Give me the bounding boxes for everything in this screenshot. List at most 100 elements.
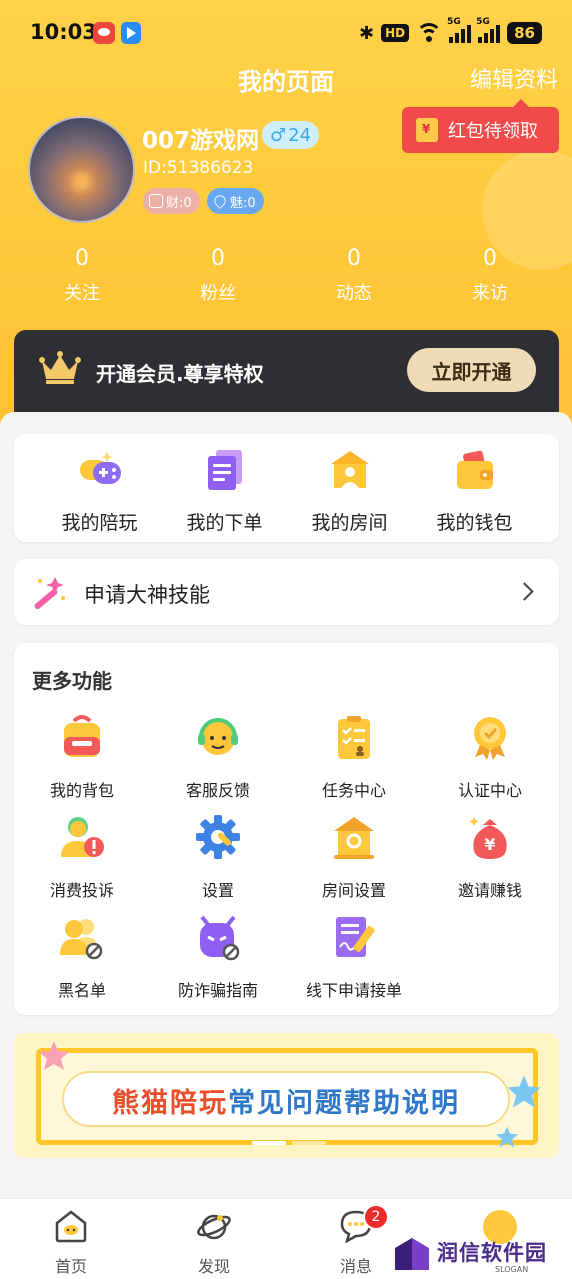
more-item-room-settings[interactable]: 房间设置 [286,813,422,901]
quick-my-room[interactable]: 我的房间 [287,434,412,535]
stat-value: 0 [211,246,225,271]
room-settings-icon [334,817,374,859]
edit-profile-button[interactable]: 编辑资料 [470,62,558,94]
more-item-backpack[interactable]: 我的背包 [14,713,150,801]
apply-god-skill-row[interactable]: 申请大神技能 [14,559,559,625]
vip-open-button[interactable]: 立即开通 [407,348,536,392]
more-item-certification[interactable]: 认证中心 [422,713,558,801]
tab-label: 首页 [54,1257,87,1276]
room-icon [330,451,369,488]
app-notification-icon [121,22,141,44]
star-icon [496,1126,518,1148]
orders-icon [207,450,242,490]
more-item-settings[interactable]: 设置 [150,813,286,901]
stat-visitors[interactable]: 0 来访 [422,246,558,305]
complaint-icon [61,817,104,857]
hd-voice-icon: HD [381,24,410,42]
heart-icon [212,193,228,209]
star-icon [39,1041,69,1070]
quick-actions-card: 我的陪玩 我的下单 我的房间 我的钱包 [14,434,559,542]
more-functions-card: 更多功能 我的背包 客服反馈 任务中心 认证中心 消费投诉 设置 房间设置 ¥ … [14,643,559,1015]
gamepad-icon [79,452,121,484]
signal-icon: 5G [476,17,501,43]
red-packet-icon [416,118,438,142]
wallet-icon [456,450,493,489]
stat-label: 关注 [64,283,100,304]
more-item-label: 客服反馈 [185,781,250,800]
help-banner[interactable]: 熊猫陪玩常见问题帮助说明 [14,1033,559,1158]
tab-home[interactable]: 首页 [36,1209,106,1277]
bluetooth-icon: ✱ [359,22,375,44]
more-item-invite-earn[interactable]: ¥ 邀请赚钱 [422,813,558,901]
watermark-sub: SLOGAN [495,1265,529,1274]
stat-posts[interactable]: 0 动态 [286,246,422,305]
section-title: 更多功能 [32,669,112,693]
crown-icon [39,351,81,384]
carousel-dot [292,1141,326,1145]
watermark: 润信软件园 SLOGAN [393,1232,563,1277]
stat-value: 0 [75,246,89,271]
star-icon [507,1075,541,1108]
more-item-label: 认证中心 [457,781,522,800]
status-bar: 10:03 ✱ HD 5G 5G 86 [0,0,572,66]
red-packet-button[interactable]: 红包待领取 [402,99,559,153]
more-item-label: 线下申请接单 [305,981,402,1000]
quick-my-companion[interactable]: 我的陪玩 [37,434,162,535]
message-badge: 2 [363,1204,389,1230]
battery-indicator: 86 [507,22,542,44]
charm-value: 魅:0 [230,195,256,211]
wealth-icon [149,194,163,208]
more-item-label: 防诈骗指南 [177,981,258,1000]
home-icon [55,1210,87,1243]
stat-label: 动态 [336,283,372,304]
red-packet-label: 红包待领取 [448,121,538,142]
stat-following[interactable]: 0 关注 [14,246,150,305]
tab-discover[interactable]: 发现 [179,1209,249,1277]
task-icon [338,716,370,759]
more-item-label: 消费投诉 [49,881,114,900]
carousel-dot-active [252,1141,286,1145]
backpack-icon [64,715,100,757]
money-bag-icon: ¥ [469,817,507,859]
more-item-label: 设置 [201,881,234,900]
status-indicators: ✱ HD 5G 5G 86 [359,17,542,48]
app-notification-icon [93,22,115,44]
quick-my-wallet[interactable]: 我的钱包 [412,434,537,535]
tab-label: 发现 [197,1257,230,1276]
more-item-label: 我的背包 [49,781,114,800]
chevron-right-icon [515,582,534,601]
more-item-label: 任务中心 [321,781,386,800]
blacklist-icon [60,919,103,960]
more-item-label: 房间设置 [321,881,386,900]
discover-icon [197,1214,231,1240]
gear-icon [196,815,240,859]
tab-label: 消息 [339,1257,372,1276]
banner-brand: 熊猫陪玩 [112,1088,228,1119]
age: 24 [288,124,312,146]
more-item-label: 邀请赚钱 [457,881,522,900]
more-item-complaint[interactable]: 消费投诉 [14,813,150,901]
more-item-customer-service[interactable]: 客服反馈 [150,713,286,801]
more-item-task-center[interactable]: 任务中心 [286,713,422,801]
stat-label: 来访 [472,283,508,304]
stat-fans[interactable]: 0 粉丝 [150,246,286,305]
wealth-badge: 财:0 [143,188,200,214]
quick-label: 我的房间 [311,512,388,534]
status-time: 10:03 [30,20,97,44]
quick-my-orders[interactable]: 我的下单 [162,434,287,535]
quick-label: 我的钱包 [436,512,513,534]
offline-apply-icon [336,917,375,957]
more-item-blacklist[interactable]: 黑名单 [14,913,150,1001]
customer-service-icon [198,718,238,755]
carousel-dots [252,1141,326,1145]
vip-text: 开通会员.尊享特权 [96,362,264,386]
stat-value: 0 [483,246,497,271]
stats-row: 0 关注 0 粉丝 0 动态 0 来访 [14,246,558,305]
avatar[interactable] [28,116,135,223]
user-id: ID:51386623 [143,158,254,178]
quick-label: 我的陪玩 [61,512,138,534]
more-item-anti-fraud[interactable]: 防诈骗指南 [150,913,286,1001]
watermark-text: 润信软件园 [437,1241,547,1265]
more-item-offline-apply[interactable]: 线下申请接单 [286,913,422,1001]
charm-badge: 魅:0 [207,188,264,214]
